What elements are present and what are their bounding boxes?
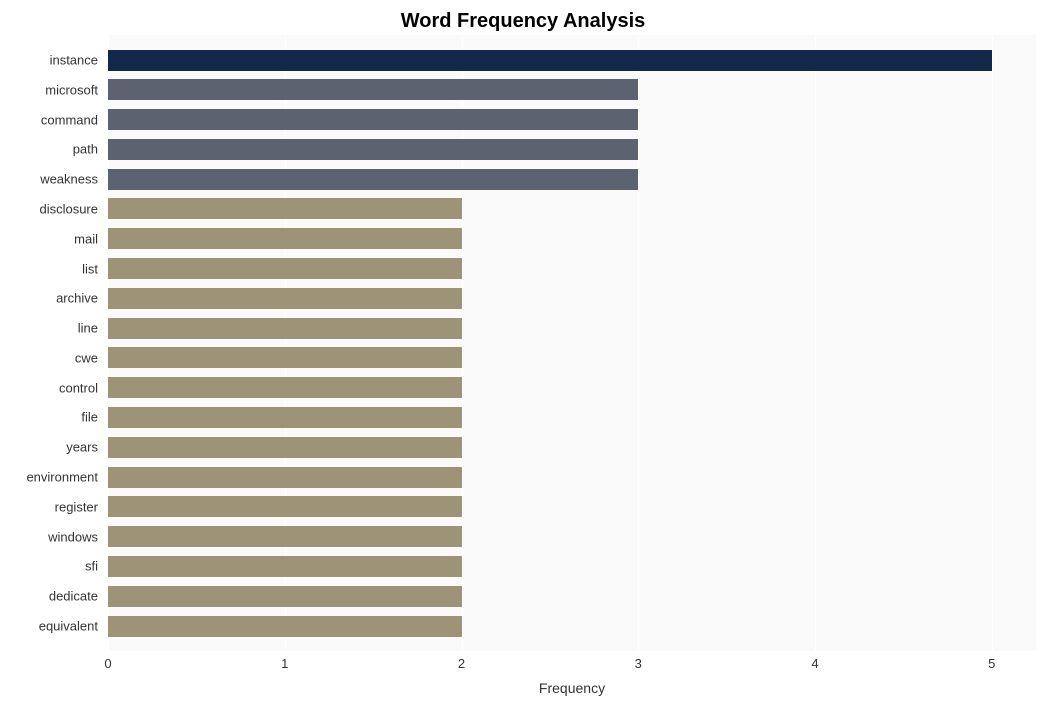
x-axis: 012345 Frequency bbox=[108, 651, 1036, 701]
bar bbox=[108, 50, 992, 71]
bar bbox=[108, 228, 462, 249]
bar bbox=[108, 526, 462, 547]
bar bbox=[108, 139, 638, 160]
y-tick-label: microsoft bbox=[45, 82, 98, 97]
x-tick-label: 5 bbox=[988, 656, 995, 671]
bar-row bbox=[108, 347, 462, 368]
bar-row bbox=[108, 169, 638, 190]
bar bbox=[108, 437, 462, 458]
y-tick-label: years bbox=[66, 440, 98, 455]
bar bbox=[108, 288, 462, 309]
x-tick-label: 2 bbox=[458, 656, 465, 671]
bar-row bbox=[108, 109, 638, 130]
x-tick-label: 1 bbox=[281, 656, 288, 671]
bar bbox=[108, 79, 638, 100]
plot-area bbox=[108, 35, 1036, 651]
bar bbox=[108, 347, 462, 368]
bar-row bbox=[108, 50, 992, 71]
y-tick-label: register bbox=[55, 499, 98, 514]
x-tick-label: 0 bbox=[104, 656, 111, 671]
y-tick-label: mail bbox=[74, 231, 98, 246]
y-tick-label: sfi bbox=[85, 559, 98, 574]
y-tick-label: disclosure bbox=[39, 201, 98, 216]
bar-row bbox=[108, 526, 462, 547]
bar bbox=[108, 467, 462, 488]
bar bbox=[108, 377, 462, 398]
y-tick-label: file bbox=[81, 410, 98, 425]
y-tick-label: cwe bbox=[75, 350, 98, 365]
bar-row bbox=[108, 79, 638, 100]
bar bbox=[108, 318, 462, 339]
bar-row bbox=[108, 318, 462, 339]
bars-container bbox=[108, 35, 1036, 651]
y-tick-label: equivalent bbox=[39, 619, 98, 634]
bar bbox=[108, 169, 638, 190]
x-tick-label: 3 bbox=[635, 656, 642, 671]
chart-container: Word Frequency Analysis instance microsof… bbox=[0, 0, 1046, 701]
x-axis-label: Frequency bbox=[539, 680, 605, 696]
bar-row bbox=[108, 556, 462, 577]
bar-row bbox=[108, 288, 462, 309]
y-tick-label: command bbox=[41, 112, 98, 127]
bar-row bbox=[108, 616, 462, 637]
bar bbox=[108, 616, 462, 637]
bar-row bbox=[108, 258, 462, 279]
y-axis-labels: instance microsoft command path weakness disc… bbox=[0, 35, 103, 651]
bar bbox=[108, 258, 462, 279]
bar-row bbox=[108, 198, 462, 219]
chart-title: Word Frequency Analysis bbox=[0, 0, 1046, 38]
x-tick-label: 4 bbox=[811, 656, 818, 671]
y-tick-label: path bbox=[73, 142, 98, 157]
bar-row bbox=[108, 496, 462, 517]
y-tick-label: control bbox=[59, 380, 98, 395]
bar-row bbox=[108, 377, 462, 398]
bar-row bbox=[108, 407, 462, 428]
bar bbox=[108, 496, 462, 517]
bar-row bbox=[108, 139, 638, 160]
y-tick-label: environment bbox=[26, 470, 98, 485]
y-tick-label: archive bbox=[56, 291, 98, 306]
bar bbox=[108, 556, 462, 577]
y-tick-label: list bbox=[82, 261, 98, 276]
y-tick-label: line bbox=[78, 321, 98, 336]
bar-row bbox=[108, 437, 462, 458]
bar-row bbox=[108, 228, 462, 249]
bar-row bbox=[108, 586, 462, 607]
bar bbox=[108, 586, 462, 607]
bar bbox=[108, 198, 462, 219]
bar-row bbox=[108, 467, 462, 488]
y-tick-label: dedicate bbox=[49, 589, 98, 604]
y-tick-label: windows bbox=[48, 529, 98, 544]
bar bbox=[108, 407, 462, 428]
bar bbox=[108, 109, 638, 130]
y-tick-label: weakness bbox=[40, 172, 98, 187]
y-tick-label: instance bbox=[50, 53, 98, 68]
